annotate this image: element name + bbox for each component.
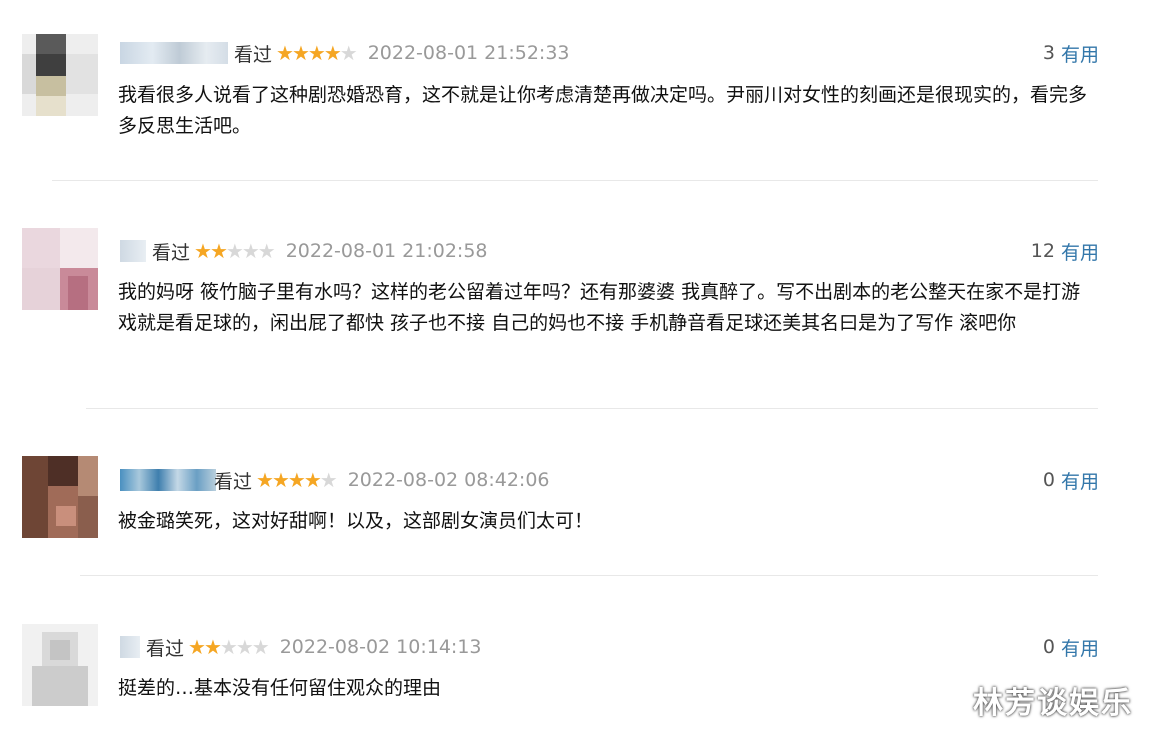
useful-vote: 0 有用 [1042,634,1099,661]
rating-stars: ★ ★ ★ ★ ★ [256,468,338,492]
watch-status: 看过 [234,43,273,66]
useful-button[interactable]: 有用 [1061,238,1099,265]
comment-meta: 看过 ★ ★ ★ ★ ★ 2022-08-02 08:42:06 [120,468,550,493]
comment-text: 挺差的…基本没有任何留住观众的理由 [118,677,442,699]
watermark: 林芳谈娱乐 [973,686,1133,721]
username-blurred[interactable] [120,42,228,64]
username-blurred[interactable] [120,636,140,658]
comment-meta: 看过 ★ ★ ★ ★ ★ 2022-08-01 21:02:58 [120,239,488,264]
star-icon: ★ [257,239,276,263]
comment-text: 被金璐笑死，这对好甜啊！以及，这部剧女演员们太可！ [118,510,594,532]
rating-stars: ★ ★ ★ ★ ★ [194,239,276,263]
comment-time: 2022-08-02 08:42:06 [347,469,550,491]
useful-vote: 12 有用 [1030,238,1099,265]
star-icon: ★ [203,635,222,659]
star-icon: ★ [303,468,322,492]
comment-meta: 看过 ★ ★ ★ ★ ★ 2022-08-02 10:14:13 [120,635,482,660]
watch-status: 看过 [214,470,253,493]
username-blurred[interactable] [120,240,146,262]
useful-count: 0 [1042,469,1055,491]
divider [52,180,1098,181]
avatar[interactable] [22,34,98,116]
star-icon: ★ [194,239,212,263]
star-icon: ★ [219,635,238,659]
useful-vote: 0 有用 [1042,467,1099,494]
useful-count: 0 [1042,636,1055,658]
star-icon: ★ [225,239,244,263]
star-icon: ★ [271,468,290,492]
star-icon: ★ [319,468,338,492]
avatar[interactable] [22,624,98,706]
avatar[interactable] [22,456,98,538]
star-icon: ★ [307,41,326,65]
avatar[interactable] [22,228,98,310]
star-icon: ★ [188,635,206,659]
star-icon: ★ [235,635,254,659]
watch-status: 看过 [146,637,185,660]
comment-text: 我的妈呀 筱竹脑子里有水吗？这样的老公留着过年吗？还有那婆婆 我真醉了。写不出剧… [118,281,1081,334]
star-icon: ★ [241,239,260,263]
star-icon: ★ [209,239,228,263]
watch-status: 看过 [152,241,191,264]
star-icon: ★ [291,41,310,65]
star-icon: ★ [287,468,306,492]
star-icon: ★ [256,468,274,492]
star-icon: ★ [251,635,270,659]
comment-meta: 看过 ★ ★ ★ ★ ★ 2022-08-01 21:52:33 [120,41,570,66]
useful-vote: 3 有用 [1042,40,1099,67]
divider [80,575,1098,576]
useful-button[interactable]: 有用 [1061,634,1099,661]
username-blurred[interactable] [120,469,216,491]
rating-stars: ★ ★ ★ ★ ★ [276,41,358,65]
star-icon: ★ [339,41,358,65]
star-icon: ★ [323,41,342,65]
comment-time: 2022-08-02 10:14:13 [279,636,482,658]
rating-stars: ★ ★ ★ ★ ★ [188,635,270,659]
divider [86,408,1098,409]
comment-text: 我看很多人说看了这种剧恐婚恐育，这不就是让你考虑清楚再做决定吗。尹丽川对女性的刻… [118,84,1088,137]
comment-time: 2022-08-01 21:52:33 [367,42,570,64]
useful-button[interactable]: 有用 [1061,40,1099,67]
star-icon: ★ [276,41,294,65]
useful-count: 3 [1042,42,1055,64]
comment-time: 2022-08-01 21:02:58 [285,240,488,262]
useful-count: 12 [1030,240,1055,262]
useful-button[interactable]: 有用 [1061,467,1099,494]
